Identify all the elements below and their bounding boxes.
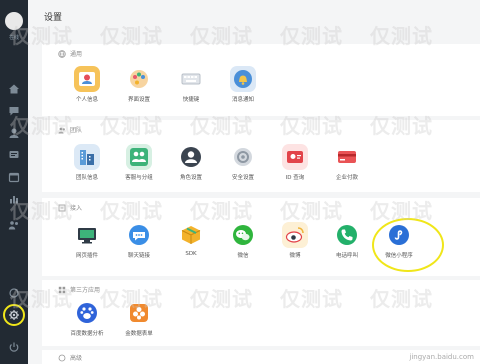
person-card-icon	[74, 66, 100, 92]
baidu-paw-icon	[74, 300, 100, 326]
item-chat-link[interactable]: 聊天链接	[114, 222, 164, 259]
power-icon[interactable]	[6, 340, 22, 354]
item-phone-call[interactable]: 电话呼叫	[322, 222, 372, 259]
stats-icon[interactable]	[6, 192, 22, 206]
online-status: 在线	[8, 35, 19, 41]
item-jinshuju-form[interactable]: 金数据表单	[114, 300, 164, 337]
settings-main: 设置 通用 个人信息 界面设置 快捷键 消息通知 团队 团队信息 客服与分组 角…	[28, 0, 480, 364]
avatar[interactable]	[5, 12, 23, 30]
chat-icon[interactable]	[6, 104, 22, 118]
gear-shield-icon	[230, 144, 256, 170]
section-team: 团队 团队信息 客服与分组 角色设置 安全设置 ID 查询 企业付款	[42, 120, 480, 192]
section-title: 高级	[58, 353, 82, 362]
sdk-box-icon	[178, 222, 204, 248]
phone-icon	[334, 222, 360, 248]
id-search-icon	[282, 144, 308, 170]
item-team-info[interactable]: 团队信息	[62, 144, 112, 181]
section-third-party: 第三方应用 百度数据分析 金数据表单	[42, 280, 480, 346]
monitor-icon	[74, 222, 100, 248]
item-notifications[interactable]: 消息通知	[218, 66, 268, 103]
item-security[interactable]: 安全设置	[218, 144, 268, 181]
team-icon	[58, 126, 66, 134]
calendar-icon[interactable]	[6, 170, 22, 184]
item-profile[interactable]: 个人信息	[62, 66, 112, 103]
wechat-icon	[230, 222, 256, 248]
item-enterprise-payment[interactable]: 企业付款	[322, 144, 372, 181]
form-flower-icon	[126, 300, 152, 326]
item-agents-groups[interactable]: 客服与分组	[114, 144, 164, 181]
sidebar: 在线	[0, 0, 28, 364]
user-role-icon	[178, 144, 204, 170]
building-icon	[74, 144, 100, 170]
highlight-circle-settings	[3, 304, 25, 326]
section-title: 通用	[58, 49, 82, 58]
group-icon	[126, 144, 152, 170]
home-icon[interactable]	[6, 82, 22, 96]
page-title: 设置	[44, 13, 63, 23]
weibo-icon	[282, 222, 308, 248]
item-shortcuts[interactable]: 快捷键	[166, 66, 216, 103]
advanced-icon	[58, 354, 66, 362]
sync-icon[interactable]	[6, 286, 22, 300]
item-id-search[interactable]: ID 查询	[270, 144, 320, 181]
section-general: 通用 个人信息 界面设置 快捷键 消息通知	[42, 44, 480, 116]
item-roles[interactable]: 角色设置	[166, 144, 216, 181]
section-title: 团队	[58, 125, 82, 134]
item-weibo[interactable]: 微博	[270, 222, 320, 259]
user-icon[interactable]	[6, 126, 22, 140]
plug-icon	[58, 204, 66, 212]
item-web-plugin[interactable]: 网页插件	[62, 222, 112, 259]
people-icon[interactable]	[6, 218, 22, 232]
globe-icon	[58, 49, 66, 58]
payment-card-icon	[334, 144, 360, 170]
highlight-ring-mini-program	[372, 218, 444, 272]
chat-link-icon	[126, 222, 152, 248]
item-baidu-analytics[interactable]: 百度数据分析	[62, 300, 112, 337]
bell-icon	[230, 66, 256, 92]
palette-icon	[126, 66, 152, 92]
message-icon[interactable]	[6, 148, 22, 162]
section-title: 第三方应用	[58, 285, 100, 294]
apps-icon	[58, 286, 66, 294]
section-title: 接入	[58, 203, 82, 212]
item-wechat[interactable]: 微信	[218, 222, 268, 259]
source-credit: jingyan.baidu.com	[409, 353, 474, 361]
item-interface[interactable]: 界面设置	[114, 66, 164, 103]
item-sdk[interactable]: SDK	[166, 222, 216, 257]
keyboard-icon	[178, 66, 204, 92]
